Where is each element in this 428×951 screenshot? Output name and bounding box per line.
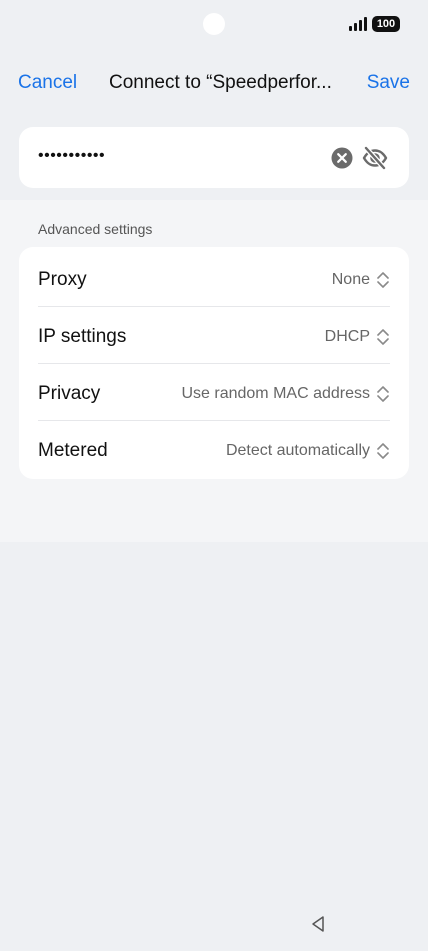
screen: 100 Cancel Connect to “Speedperfor... Sa…: [0, 0, 428, 951]
metered-value: Detect automatically: [225, 442, 370, 459]
header-bar: Cancel Connect to “Speedperfor... Save: [0, 62, 428, 102]
chevron-up-down-icon: [377, 272, 389, 288]
battery-indicator: 100: [372, 16, 400, 32]
metered-row[interactable]: Metered Detect automatically: [19, 420, 409, 477]
proxy-value: None: [331, 271, 370, 288]
ip-settings-row[interactable]: IP settings DHCP: [19, 306, 409, 363]
privacy-value: Use random MAC address: [181, 385, 370, 402]
password-input[interactable]: •••••••••••: [38, 147, 105, 165]
save-button[interactable]: Save: [367, 72, 410, 94]
ip-settings-value: DHCP: [324, 328, 370, 345]
proxy-label: Proxy: [38, 269, 87, 290]
metered-label: Metered: [38, 440, 108, 461]
advanced-settings-card: Proxy None IP settings DHCP Privacy Use …: [19, 247, 409, 479]
clear-icon[interactable]: [331, 147, 353, 169]
chevron-up-down-icon: [377, 329, 389, 345]
camera-cutout: [203, 13, 225, 35]
cellular-signal-icon: [349, 17, 369, 31]
page-title: Connect to “Speedperfor...: [109, 72, 332, 93]
cancel-button[interactable]: Cancel: [18, 72, 77, 94]
advanced-settings-label: Advanced settings: [38, 221, 153, 237]
password-field[interactable]: •••••••••••: [19, 127, 409, 188]
chevron-up-down-icon: [377, 386, 389, 402]
ip-settings-label: IP settings: [38, 326, 127, 347]
eye-slash-icon[interactable]: [361, 144, 389, 172]
privacy-label: Privacy: [38, 383, 101, 404]
chevron-up-down-icon: [377, 443, 389, 459]
proxy-row[interactable]: Proxy None: [19, 249, 409, 306]
back-triangle-icon[interactable]: [310, 915, 326, 933]
privacy-row[interactable]: Privacy Use random MAC address: [19, 363, 409, 420]
